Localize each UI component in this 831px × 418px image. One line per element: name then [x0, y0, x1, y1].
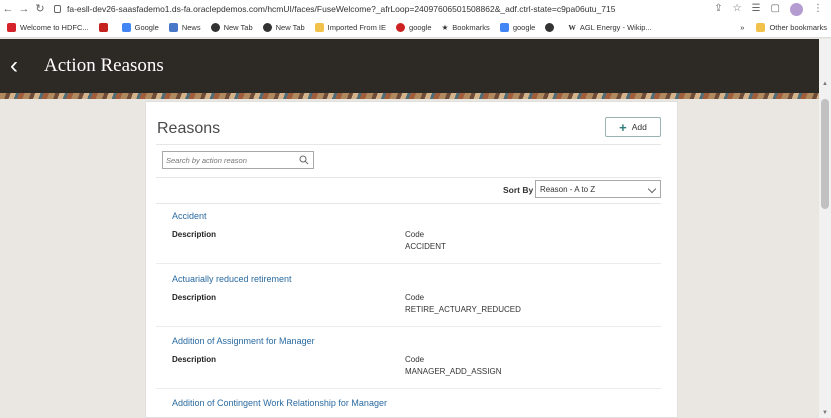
bookmark-item[interactable]: Welcome to HDFC... — [7, 23, 89, 32]
scroll-down-icon[interactable]: ▼ — [822, 410, 828, 416]
globe-icon — [262, 23, 272, 32]
other-bookmarks[interactable]: Other bookmarks — [769, 23, 827, 32]
code-value: RETIRE_ACTUARY_REDUCED — [405, 305, 521, 314]
globe-icon — [210, 23, 220, 32]
globe-icon — [545, 23, 555, 32]
row-divider — [156, 263, 661, 264]
url-field[interactable]: fa-esll-dev26-saasfademo1.ds-fa.oraclepd… — [54, 4, 714, 14]
folder-icon — [314, 23, 324, 32]
description-label: Description — [172, 355, 217, 364]
description-label: Description — [172, 293, 217, 302]
reason-name-link[interactable]: Accident — [172, 211, 661, 221]
divider — [156, 177, 661, 178]
search-icon[interactable] — [299, 155, 309, 165]
url-text: fa-esll-dev26-saasfademo1.ds-fa.oraclepd… — [67, 4, 616, 14]
plus-icon: + — [619, 119, 627, 135]
news-icon — [168, 23, 178, 32]
add-label: Add — [631, 122, 647, 132]
row-divider — [156, 388, 661, 389]
bookmark-item[interactable]: Imported From IE — [314, 23, 386, 32]
search-box[interactable] — [162, 151, 314, 169]
code-value: ACCIDENT — [405, 242, 446, 251]
list-item: Addition of Assignment for Manager Descr… — [156, 336, 661, 389]
sort-by-label: Sort By — [503, 185, 534, 195]
divider — [156, 144, 661, 145]
chevron-down-icon — [647, 184, 657, 194]
list-item: Addition of Contingent Work Relationship… — [172, 398, 661, 408]
bookmark-item[interactable]: google — [396, 23, 432, 32]
bookmark-item[interactable]: W AGL Energy - Wikip... — [568, 23, 651, 32]
list-item: Actuarially reduced retirement Descripti… — [156, 274, 661, 327]
bookmark-item[interactable] — [98, 23, 112, 32]
reading-list-icon[interactable]: ☰ — [752, 3, 761, 16]
reason-name-link[interactable]: Actuarially reduced retirement — [172, 274, 661, 284]
browser-address-bar: ← → ↻ fa-esll-dev26-saasfademo1.ds-fa.or… — [0, 0, 831, 18]
more-bookmarks-button[interactable]: » — [740, 23, 744, 32]
hdfc-icon — [7, 23, 16, 32]
back-arrow-icon[interactable]: ← — [0, 0, 16, 18]
bookmark-item[interactable] — [545, 23, 558, 32]
code-value: MANAGER_ADD_ASSIGN — [405, 367, 502, 376]
card-title: Reasons — [157, 120, 221, 137]
side-panel-icon[interactable]: ▢ — [771, 3, 780, 16]
sort-value: Reason - A to Z — [540, 184, 596, 194]
gmail-icon — [98, 23, 108, 32]
list-item: Accident Description Code ACCIDENT — [156, 211, 661, 264]
reasons-card: Reasons + Add Sort By Reason - A to Z Ac… — [145, 101, 678, 418]
bookmarks-bar: Welcome to HDFC... Google News New Tab N… — [0, 18, 831, 38]
bookmark-item[interactable]: Google — [121, 23, 159, 32]
google-icon — [499, 23, 509, 32]
scroll-up-icon[interactable]: ▲ — [822, 81, 828, 87]
chevron-left-icon[interactable]: ‹ — [10, 54, 30, 78]
code-label: Code — [405, 293, 425, 302]
share-icon[interactable]: ⇪ — [714, 3, 722, 16]
code-label: Code — [405, 355, 425, 364]
reason-name-link[interactable]: Addition of Contingent Work Relationship… — [172, 398, 661, 408]
red-oval-icon — [396, 23, 406, 32]
wikipedia-icon: W — [568, 23, 576, 32]
search-input[interactable] — [166, 155, 294, 165]
scroll-thumb[interactable] — [821, 99, 829, 209]
forward-arrow-icon[interactable]: → — [16, 0, 32, 18]
folder-icon — [756, 23, 766, 32]
description-label: Description — [172, 230, 217, 239]
star-icon: ★ — [441, 23, 449, 32]
profile-avatar[interactable] — [790, 2, 803, 16]
google-icon — [121, 23, 131, 32]
app-header: ‹ Action Reasons — [0, 39, 831, 93]
code-label: Code — [405, 230, 425, 239]
bookmark-item[interactable]: News — [168, 23, 201, 32]
page-title: Action Reasons — [44, 55, 164, 76]
add-button[interactable]: + Add — [605, 117, 661, 137]
divider — [156, 203, 661, 204]
bookmark-star-icon[interactable]: ☆ — [733, 3, 742, 16]
reason-name-link[interactable]: Addition of Assignment for Manager — [172, 336, 661, 346]
reload-icon[interactable]: ↻ — [32, 0, 48, 18]
row-divider — [156, 326, 661, 327]
page-scrollbar[interactable]: ▲ ▼ — [819, 39, 831, 418]
kebab-menu-icon[interactable]: ⋮ — [813, 3, 823, 16]
lock-icon — [54, 5, 61, 13]
bookmark-item[interactable]: ★ Bookmarks — [442, 23, 490, 32]
bookmark-item[interactable]: New Tab — [210, 23, 253, 32]
bookmark-item[interactable]: New Tab — [262, 23, 305, 32]
sort-select[interactable]: Reason - A to Z — [535, 180, 661, 198]
bookmark-item[interactable]: google — [499, 23, 535, 32]
header-pattern-band — [0, 93, 831, 99]
